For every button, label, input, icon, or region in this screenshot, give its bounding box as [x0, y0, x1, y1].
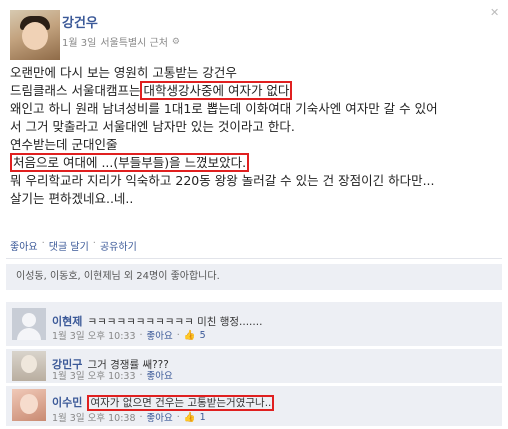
close-icon[interactable]: ✕	[490, 7, 500, 18]
comment-like-count[interactable]: 5	[200, 330, 206, 341]
post-line: 왜인고 하니 원래 남녀성비를 1대1로 뽑는데 이화여대 기숙사엔 여자만 갈…	[10, 101, 438, 116]
comment: 이수민 여자가 없으면 건우는 고통받는거였구나.. 1월 3일 오후 10:3…	[6, 386, 502, 426]
separator: ·	[139, 411, 143, 423]
avatar-face	[21, 355, 37, 373]
post-line: 서 그거 맞출라고 서울대엔 남자만 있는 것이라고 한다.	[10, 119, 295, 134]
globe-icon: ⚙	[171, 36, 180, 47]
commenter-avatar[interactable]	[12, 308, 46, 340]
commenter-avatar[interactable]	[12, 389, 46, 421]
comment-like-link[interactable]: 좋아요	[147, 410, 173, 424]
post-line: 연수받는데 군대인줄	[10, 137, 118, 152]
post-actions: 좋아요 · 댓글 달기 · 공유하기	[10, 238, 137, 253]
separator: ·	[176, 329, 180, 341]
comment-link[interactable]: 댓글 달기	[49, 238, 89, 253]
separator: ·	[41, 238, 45, 249]
comment: 이현제 ㅋㅋㅋㅋㅋㅋㅋㅋㅋㅋㅋ 미친 행정....... 1월 3일 오후 10…	[6, 302, 502, 346]
comment-body: 이현제 ㅋㅋㅋㅋㅋㅋㅋㅋㅋㅋㅋ 미친 행정.......	[52, 310, 262, 329]
comment: 강민구 그거 경쟁률 쌔??? 1월 3일 오후 10:33 · 좋아요	[6, 349, 502, 383]
comment-meta: 1월 3일 오후 10:38 · 좋아요 · 👍 1	[52, 410, 206, 425]
post-line: 드림클래스 서울대캠프는 대학생강사중에 여자가 없다	[10, 81, 498, 100]
avatar-face	[22, 22, 48, 50]
separator: ·	[139, 369, 143, 381]
highlight-box: 대학생강사중에 여자가 없다	[140, 81, 293, 100]
like-link[interactable]: 좋아요	[10, 238, 38, 253]
comment-time[interactable]: 1월 3일 오후 10:38	[52, 410, 136, 424]
separator: ·	[176, 411, 180, 423]
comment-like-count[interactable]: 1	[200, 412, 206, 423]
comment-like-link[interactable]: 좋아요	[147, 328, 173, 342]
post-line: 처음으로 여대에 ...(부들부들)을 느꼈보았다.	[10, 153, 498, 172]
avatar-head	[22, 313, 36, 327]
location-text[interactable]: 서울특별시 근처	[100, 34, 168, 49]
thumbs-up-icon: 👍	[183, 329, 196, 341]
separator: ·	[139, 329, 143, 341]
thumbs-up-icon: 👍	[183, 411, 196, 423]
avatar-body	[17, 328, 41, 340]
commenter-avatar[interactable]	[12, 351, 46, 381]
commenter-name[interactable]: 이현제	[52, 315, 82, 328]
comment-like-link[interactable]: 좋아요	[147, 368, 173, 382]
comment-time[interactable]: 1월 3일 오후 10:33	[52, 328, 136, 342]
post-content: 오랜만에 다시 보는 영원히 고통받는 강건우 드림클래스 서울대캠프는 대학생강…	[10, 64, 498, 208]
highlight-box: 처음으로 여대에 ...(부들부들)을 느꼈보았다.	[10, 153, 250, 172]
post-line: 오랜만에 다시 보는 영원히 고통받는 강건우	[10, 65, 237, 80]
divider	[6, 258, 502, 259]
comment-meta: 1월 3일 오후 10:33 · 좋아요 · 👍 5	[52, 328, 206, 343]
facebook-post: 강건우 1월 3일 서울특별시 근처 ⚙ ✕ 오랜만에 다시 보는 영원히 고통…	[0, 0, 508, 429]
post-line-part: 드림클래스 서울대캠프는	[10, 83, 141, 98]
avatar-face	[20, 394, 38, 414]
post-line: 살기는 편하겠네요..네..	[10, 191, 134, 206]
likes-summary[interactable]: 이성동, 이동호, 이현제님 외 24명이 좋아합니다.	[6, 264, 502, 290]
share-link[interactable]: 공유하기	[100, 238, 137, 253]
post-line: 뭐 우리학교라 지리가 익숙하고 220동 왕왕 놀러갈 수 있는 건 장점이긴…	[10, 173, 435, 188]
commenter-name[interactable]: 이수민	[52, 396, 82, 409]
author-name[interactable]: 강건우	[62, 12, 98, 31]
comment-time[interactable]: 1월 3일 오후 10:33	[52, 368, 136, 382]
separator: ·	[92, 238, 96, 249]
comment-text: 여자가 없으면 건우는 고통받는거였구나..	[87, 395, 275, 411]
author-avatar[interactable]	[10, 10, 60, 60]
comment-body: 이수민 여자가 없으면 건우는 고통받는거였구나..	[52, 391, 275, 411]
post-meta: 1월 3일 서울특별시 근처 ⚙	[62, 34, 180, 50]
comment-text: ㅋㅋㅋㅋㅋㅋㅋㅋㅋㅋㅋ 미친 행정.......	[87, 316, 263, 328]
comment-meta: 1월 3일 오후 10:33 · 좋아요	[52, 368, 173, 383]
post-timestamp[interactable]: 1월 3일	[62, 34, 96, 49]
